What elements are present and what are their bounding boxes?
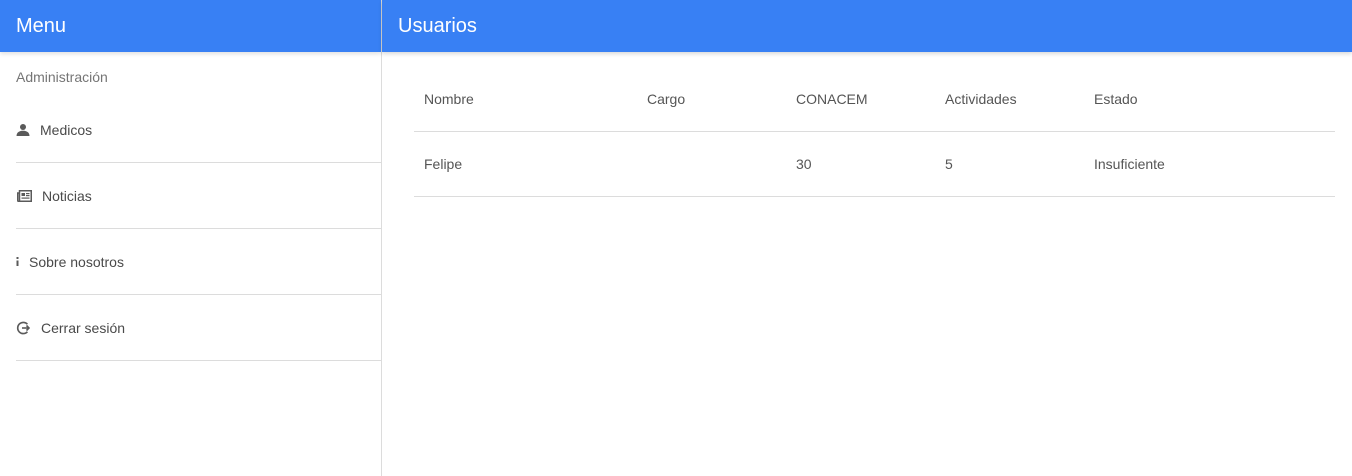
table-row[interactable]: Felipe 30 5 Insuficiente	[414, 132, 1335, 197]
page-header: Usuarios	[382, 0, 1352, 52]
person-icon	[16, 123, 30, 136]
cell-actividades: 5	[945, 156, 953, 172]
cell-estado: Insuficiente	[1094, 156, 1165, 172]
menu-item-medicos[interactable]: Medicos	[16, 97, 381, 163]
column-header-estado: Estado	[1094, 91, 1138, 107]
menu-item-cerrar-sesion[interactable]: Cerrar sesión	[16, 295, 381, 361]
column-header-conacem: CONACEM	[796, 91, 868, 107]
page-title: Usuarios	[398, 14, 477, 37]
column-header-nombre: Nombre	[424, 91, 474, 107]
column-header-cargo: Cargo	[647, 91, 686, 107]
menu-item-label: Sobre nosotros	[29, 253, 124, 270]
menu-item-label: Medicos	[40, 121, 93, 138]
column-header-actividades: Actividades	[945, 91, 1017, 107]
menu-header: Menu	[0, 0, 381, 52]
cell-conacem: 30	[796, 156, 812, 172]
info-icon	[16, 257, 19, 266]
side-menu: Menu Administración Medicos Noticias Sob…	[0, 0, 382, 476]
menu-title: Menu	[16, 14, 67, 37]
main-content: Usuarios Nombre Cargo CONACEM Actividade…	[382, 0, 1352, 476]
users-table: Nombre Cargo CONACEM Actividades Estado …	[414, 67, 1335, 197]
table-header-row: Nombre Cargo CONACEM Actividades Estado	[414, 67, 1335, 132]
logout-icon	[16, 321, 30, 335]
menu-item-label: Noticias	[42, 187, 92, 204]
menu-item-label: Cerrar sesión	[41, 319, 126, 336]
cell-nombre: Felipe	[424, 156, 463, 172]
section-title: Administración	[16, 69, 108, 85]
menu-item-sobre-nosotros[interactable]: Sobre nosotros	[16, 229, 381, 295]
menu-item-noticias[interactable]: Noticias	[16, 163, 381, 229]
menu-list: Medicos Noticias Sobre nosotros Cerrar s…	[0, 97, 381, 361]
app-root: Menu Administración Medicos Noticias Sob…	[0, 0, 1352, 476]
newspaper-icon	[16, 189, 32, 202]
